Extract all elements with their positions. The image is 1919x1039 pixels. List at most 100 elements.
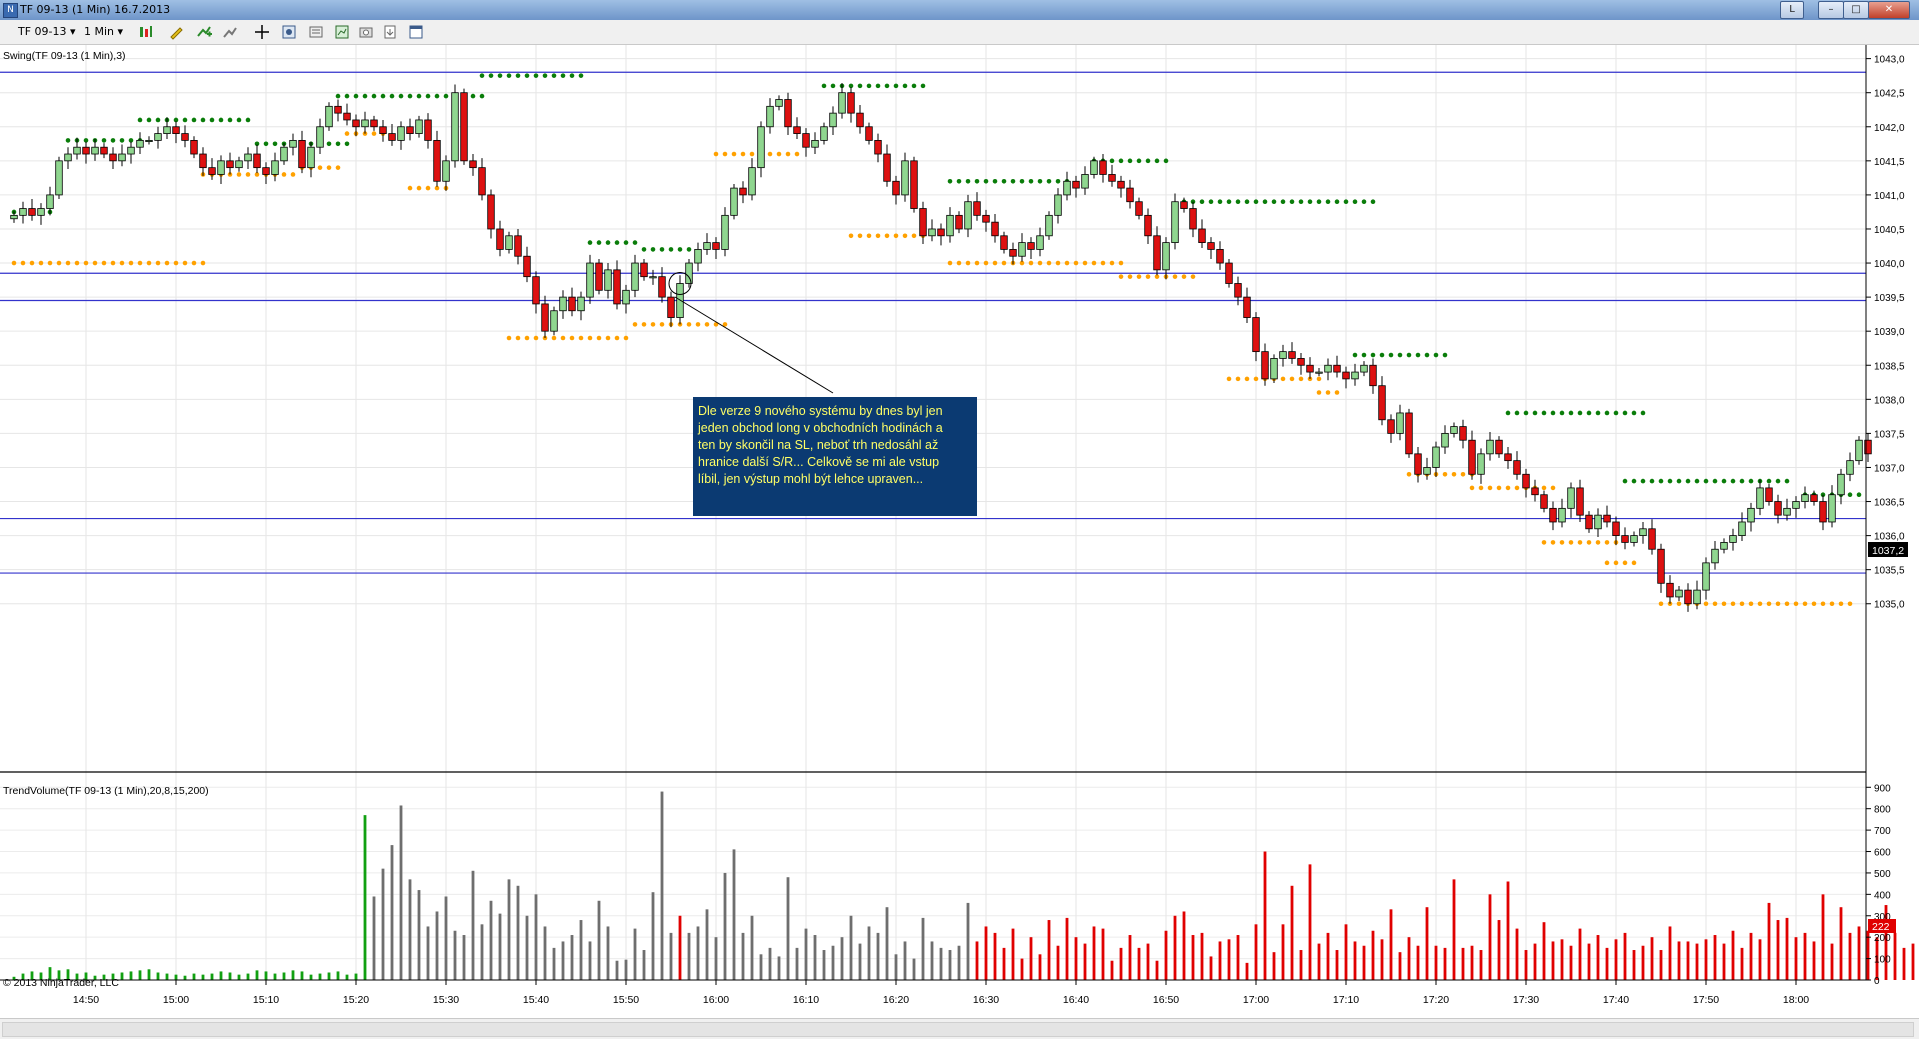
swing-low-dot — [11, 260, 17, 266]
volume-tick-label: 400 — [1874, 890, 1891, 901]
interval-selector[interactable]: 1 Min ▾ — [84, 24, 123, 40]
swing-high-dot — [1694, 478, 1700, 484]
swing-low-dot — [1253, 376, 1259, 382]
candle-body — [1468, 439, 1476, 475]
export-icon[interactable] — [382, 24, 398, 40]
swing-high-dot — [1640, 478, 1646, 484]
last-price-label: 1037,2 — [1872, 545, 1904, 557]
swing-low-dot — [1811, 601, 1817, 607]
volume-bar — [1497, 920, 1501, 980]
candle-body — [118, 153, 126, 162]
properties-icon[interactable] — [308, 24, 324, 40]
volume-bar — [390, 845, 394, 980]
swing-low-dot — [848, 233, 854, 239]
swing-low-dot — [587, 335, 593, 341]
swing-low-dot — [1541, 485, 1547, 491]
candle-body — [1135, 201, 1143, 216]
maximize-button[interactable]: □ — [1843, 1, 1869, 19]
swing-high-dot — [1145, 158, 1151, 164]
crosshair-icon[interactable] — [254, 24, 270, 40]
candle-body — [1603, 514, 1611, 523]
candle-body — [307, 146, 315, 169]
swing-low-dot — [524, 335, 530, 341]
candle-body — [1117, 180, 1125, 189]
window-layout-icon[interactable] — [408, 24, 424, 40]
volume-bar — [1254, 924, 1258, 980]
volume-bar — [1290, 885, 1294, 980]
volume-bar — [894, 954, 898, 980]
swing-low-dot — [1127, 274, 1133, 279]
swing-high-dot — [1532, 410, 1538, 416]
swing-low-dot — [1847, 601, 1853, 607]
candle-body — [811, 139, 819, 148]
swing-high-dot — [1010, 178, 1016, 184]
candle-body — [1198, 228, 1206, 244]
minimize-button[interactable]: – — [1818, 1, 1844, 19]
volume-bar — [1056, 945, 1060, 980]
swing-high-dot — [119, 138, 125, 143]
candle-body — [1144, 214, 1152, 237]
swing-high-dot — [1244, 199, 1250, 205]
scroll-track[interactable] — [2, 1022, 1914, 1037]
add-indicator-icon[interactable] — [196, 24, 212, 40]
candle-body — [28, 208, 36, 216]
swing-low-dot — [110, 260, 116, 266]
candle-body — [1306, 364, 1314, 373]
volume-bar — [516, 885, 520, 980]
candle-body — [685, 262, 693, 284]
candle-body — [874, 139, 882, 155]
swing-high-dot — [1271, 199, 1277, 205]
volume-bar — [363, 815, 367, 980]
candle-body — [1540, 494, 1548, 509]
link-button[interactable]: L — [1780, 1, 1804, 19]
candle-body — [1423, 467, 1431, 475]
swing-high-dot — [686, 247, 692, 252]
swing-low-dot — [956, 260, 962, 266]
candle-body — [784, 99, 792, 128]
pencil-icon[interactable] — [168, 24, 184, 40]
candle-body — [316, 126, 324, 148]
candle-body — [1387, 419, 1395, 434]
swing-low-dot — [74, 260, 80, 266]
volume-bar — [201, 974, 205, 980]
swing-high-dot — [1028, 178, 1034, 184]
swing-high-dot — [1289, 199, 1295, 205]
data-box-icon[interactable] — [281, 24, 297, 40]
swing-high-dot — [479, 93, 485, 99]
swing-low-dot — [695, 322, 701, 327]
candle-body — [1684, 589, 1692, 605]
volume-bar — [867, 926, 871, 980]
volume-bar — [732, 849, 736, 980]
time-tick-label: 17:10 — [1333, 994, 1359, 1006]
volume-bar — [1740, 947, 1744, 980]
swing-high-dot — [1253, 199, 1259, 205]
candle-body — [1162, 242, 1170, 271]
candle-body — [91, 146, 99, 155]
volume-bar — [1065, 917, 1069, 980]
candle-body — [460, 92, 468, 162]
bar-type-icon[interactable] — [138, 24, 154, 40]
swing-high-dot — [1775, 478, 1781, 484]
chart-trader-icon[interactable] — [334, 24, 350, 40]
volume-bar — [669, 932, 673, 980]
volume-bar — [300, 971, 304, 980]
window-titlebar: N TF 09-13 (1 Min) 16.7.2013 L – □ ✕ — [0, 0, 1919, 20]
strategy-icon[interactable] — [222, 24, 238, 40]
close-button[interactable]: ✕ — [1868, 1, 1910, 19]
volume-bar — [1524, 950, 1528, 980]
horizontal-scrollbar[interactable] — [0, 1018, 1919, 1039]
swing-low-dot — [1541, 540, 1547, 545]
swing-low-dot — [965, 260, 971, 266]
instrument-selector[interactable]: TF 09-13 ▾ — [18, 24, 76, 40]
last-volume-marker: 222 — [1868, 919, 1896, 933]
swing-low-dot — [1577, 540, 1583, 545]
chart-area[interactable]: 1043,0 1042,5 1042,0 1041,5 1041,0 1040,5 1040… — [0, 45, 1919, 1018]
volume-bar — [813, 935, 817, 980]
swing-low-dot — [1190, 274, 1196, 279]
swing-low-dot — [1451, 471, 1457, 477]
swing-high-dot — [218, 117, 224, 123]
swing-low-dot — [1172, 274, 1178, 279]
candle-body — [379, 126, 387, 134]
swing-high-dot — [434, 93, 440, 99]
snapshot-icon[interactable] — [358, 24, 374, 40]
